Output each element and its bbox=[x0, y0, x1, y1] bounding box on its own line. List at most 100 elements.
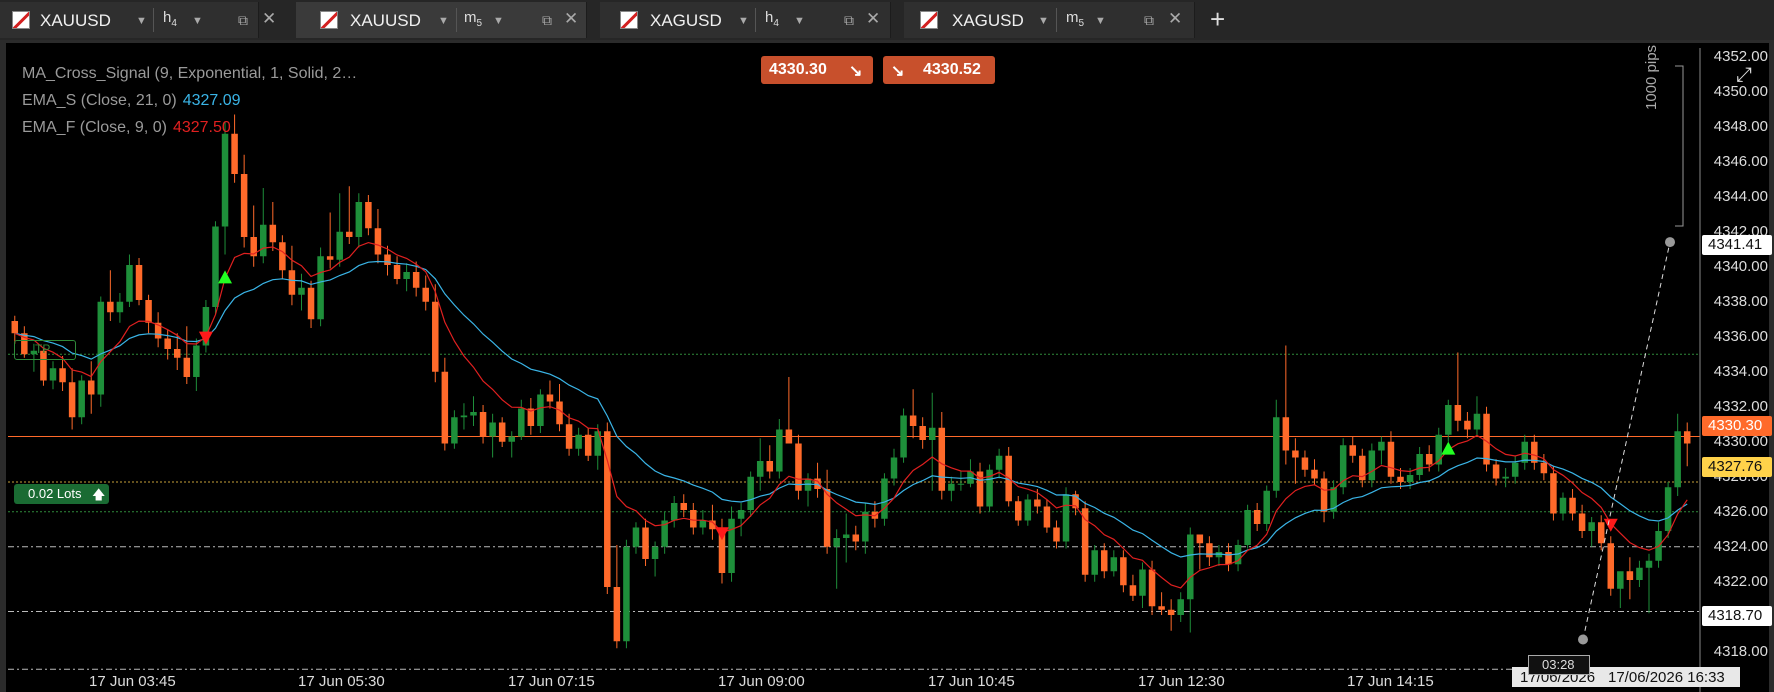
x-axis-tick: 17 Jun 09:00 bbox=[718, 673, 805, 690]
candle-body bbox=[575, 434, 582, 449]
x-axis-tick: 17 Jun 12:30 bbox=[1138, 673, 1225, 690]
candle-body bbox=[298, 287, 305, 295]
y-axis-tick: 4318.00 bbox=[1713, 642, 1768, 660]
candle-body bbox=[231, 133, 238, 174]
ruler-line bbox=[1582, 241, 1671, 640]
candle-body bbox=[1053, 527, 1060, 542]
y-axis-tick: 4336.00 bbox=[1713, 327, 1768, 345]
candle-body bbox=[881, 478, 888, 519]
candle-body bbox=[1110, 557, 1118, 572]
ruler-time-label: 03:28 bbox=[1528, 655, 1590, 675]
tp-text: TP bbox=[35, 342, 51, 356]
candle-body bbox=[11, 321, 19, 334]
candle-body bbox=[260, 224, 267, 257]
candle-body bbox=[776, 429, 783, 472]
candle-body bbox=[1425, 454, 1433, 465]
ruler-pips-bracket bbox=[1675, 65, 1684, 227]
candle-body bbox=[680, 503, 688, 510]
candle-body bbox=[948, 483, 955, 491]
candle-body bbox=[556, 401, 563, 425]
x-axis-tick: 17 Jun 07:15 bbox=[508, 673, 595, 690]
candle-body bbox=[1120, 557, 1127, 586]
candle-body bbox=[1301, 457, 1309, 470]
candle-body bbox=[1626, 571, 1634, 580]
legend-indicator: MA_Cross_Signal (9, Exponential, 1, Soli… bbox=[22, 65, 357, 83]
candle-body bbox=[623, 546, 630, 642]
x-axis-tick: 17 Jun 05:30 bbox=[298, 673, 385, 690]
candle-body bbox=[479, 412, 487, 437]
candle-body bbox=[422, 287, 429, 302]
candle-body bbox=[1101, 550, 1108, 572]
candle-body bbox=[173, 349, 181, 358]
sell-button[interactable]: 4330.30 ↘ bbox=[761, 56, 873, 84]
candle-body bbox=[938, 427, 946, 491]
candle-body bbox=[1454, 405, 1462, 421]
y-axis-tick: 4348.00 bbox=[1713, 117, 1768, 135]
candle-body bbox=[107, 301, 114, 313]
candle-body bbox=[279, 242, 286, 271]
candle-body bbox=[852, 534, 860, 542]
candle-body bbox=[756, 461, 764, 477]
candle-body bbox=[1397, 476, 1404, 482]
candle-body bbox=[307, 287, 315, 320]
candle-body bbox=[1378, 441, 1385, 451]
candle-body bbox=[183, 357, 191, 377]
candle-body bbox=[1416, 454, 1423, 475]
ruler-pips-label: 1000 pips bbox=[1643, 44, 1660, 110]
candle-body bbox=[1502, 476, 1509, 479]
candle-body bbox=[670, 503, 678, 521]
candle-body bbox=[269, 224, 277, 243]
ema-price-label: 4327.76 bbox=[1702, 457, 1772, 477]
candle-body bbox=[1311, 469, 1318, 479]
legend-ema-s-value: 4327.09 bbox=[182, 92, 241, 109]
buy-signal-arrow bbox=[1441, 441, 1456, 455]
x-axis-tick: 17 Jun 14:15 bbox=[1347, 673, 1434, 690]
candle-body bbox=[699, 520, 707, 528]
candle-body bbox=[1196, 534, 1204, 544]
take-profit-label[interactable]: TP bbox=[14, 340, 76, 360]
candle-body bbox=[1636, 567, 1643, 580]
candle-body bbox=[1464, 420, 1471, 430]
cursor-datetime-label: 17/06/2026 16:33 bbox=[1604, 667, 1740, 687]
legend-ema-s: EMA_S (Close, 21, 0) 4327.09 bbox=[22, 92, 241, 110]
candle-body bbox=[1683, 431, 1691, 444]
candle-body bbox=[1081, 508, 1089, 575]
candle-body bbox=[59, 368, 66, 383]
candle-body bbox=[1531, 441, 1538, 463]
candle-body bbox=[384, 254, 391, 265]
candle-body bbox=[1187, 534, 1194, 600]
candle-body bbox=[565, 424, 573, 449]
y-axis-tick: 4352.00 bbox=[1713, 47, 1768, 65]
candle-body bbox=[642, 527, 649, 559]
x-axis-tick: 17 Jun 10:45 bbox=[928, 673, 1015, 690]
candle-body bbox=[900, 415, 907, 458]
candle-body bbox=[1368, 450, 1376, 481]
candle-body bbox=[1158, 606, 1165, 610]
candle-body bbox=[823, 489, 831, 547]
legend-ema-f: EMA_F (Close, 9, 0) 4327.50 bbox=[22, 119, 231, 137]
candle-body bbox=[632, 527, 640, 547]
candle-body bbox=[1263, 490, 1270, 524]
legend-ema-f-name: EMA_F (Close, 9, 0) bbox=[22, 119, 167, 136]
candle-body bbox=[737, 510, 745, 519]
candle-body bbox=[890, 457, 898, 479]
price-chart[interactable] bbox=[0, 0, 1774, 692]
candle-body bbox=[728, 518, 735, 573]
candle-body bbox=[1664, 487, 1672, 531]
candle-body bbox=[1607, 543, 1615, 589]
candle-body bbox=[1492, 464, 1500, 479]
candle-body bbox=[78, 380, 85, 418]
candle-body bbox=[1129, 585, 1137, 596]
position-lots-badge[interactable]: 0.02 Lots 🡅 bbox=[14, 484, 109, 504]
candle-body bbox=[1292, 450, 1299, 458]
ruler-start-handle bbox=[1578, 634, 1588, 645]
legend-ema-f-value: 4327.50 bbox=[172, 119, 231, 136]
buy-button[interactable]: ↘ 4330.52 bbox=[883, 56, 995, 84]
ruler-lower-label: 4318.70 bbox=[1702, 606, 1772, 626]
candle-body bbox=[1645, 560, 1653, 568]
ruler-end-handle bbox=[1665, 237, 1675, 248]
current-price-text: 4330.30 bbox=[1708, 417, 1763, 434]
candle-body bbox=[1177, 599, 1184, 615]
candle-body bbox=[537, 394, 544, 426]
candle-body bbox=[355, 202, 363, 237]
